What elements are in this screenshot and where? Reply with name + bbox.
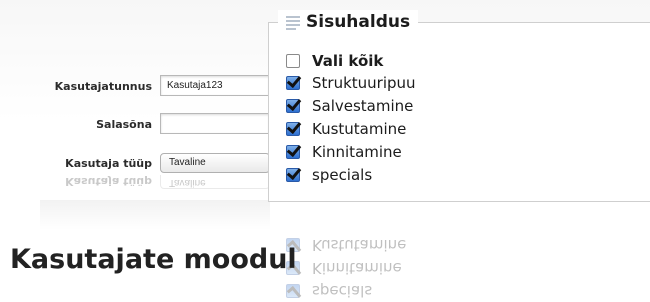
checkbox-label: specials	[312, 166, 373, 184]
password-field[interactable]	[160, 113, 270, 134]
reflection-row: specials	[286, 282, 372, 300]
checkbox-structure-tree[interactable]: Struktuuripuu	[286, 74, 416, 92]
checkbox-select-all[interactable]: Vali kõik	[286, 52, 383, 70]
usertype-label-reflection: Kasutaja tüüp	[65, 175, 152, 188]
checkbox-confirming[interactable]: Kinnitamine	[286, 143, 402, 161]
usertype-select[interactable]: Tavaline	[160, 153, 270, 173]
checkbox-label: Struktuuripuu	[312, 74, 416, 92]
reflection-label: Kinnitamine	[312, 259, 402, 277]
permission-list-reflection: specials Kinnitamine Kustutamine	[286, 218, 486, 302]
reflection-label: Kustutamine	[312, 236, 407, 254]
checkbox-saving[interactable]: Salvestamine	[286, 97, 413, 115]
usertype-select-reflection: Tavaline	[160, 175, 270, 189]
reflection-row: Kustutamine	[286, 236, 406, 254]
form-reflection-shadow	[40, 200, 270, 230]
username-label: Kasutajatunnus	[54, 80, 152, 93]
username-field[interactable]: Kasutaja123	[160, 75, 270, 96]
panel-legend: Sisuhaldus	[278, 10, 419, 34]
checkbox-specials[interactable]: specials	[286, 166, 372, 184]
checkbox-label: Salvestamine	[312, 97, 414, 115]
checkbox-label: Vali kõik	[312, 52, 384, 70]
checkbox-label: Kustutamine	[312, 120, 407, 138]
checkbox-label: Kinnitamine	[312, 143, 402, 161]
checkbox-checked-icon[interactable]	[286, 76, 300, 90]
checkbox-checked-icon[interactable]	[286, 122, 300, 136]
panel-title: Sisuhaldus	[306, 12, 411, 32]
usertype-label: Kasutaja tüüp	[65, 157, 152, 170]
password-label: Salasõna	[96, 118, 152, 131]
checkbox-checked-icon	[286, 284, 300, 298]
checkbox-deleting[interactable]: Kustutamine	[286, 120, 406, 138]
reflection-row: Kinnitamine	[286, 259, 402, 277]
checkbox-checked-icon[interactable]	[286, 168, 300, 182]
page-title: Kasutajate moodul	[10, 244, 297, 275]
legend-divider	[448, 22, 650, 23]
list-icon	[286, 15, 300, 30]
checkbox-icon[interactable]	[286, 54, 300, 68]
reflection-label: specials	[312, 282, 373, 300]
checkbox-checked-icon[interactable]	[286, 99, 300, 113]
checkbox-checked-icon[interactable]	[286, 145, 300, 159]
user-form: Kasutajatunnus Kasutaja123 Salasõna Kasu…	[0, 0, 280, 230]
